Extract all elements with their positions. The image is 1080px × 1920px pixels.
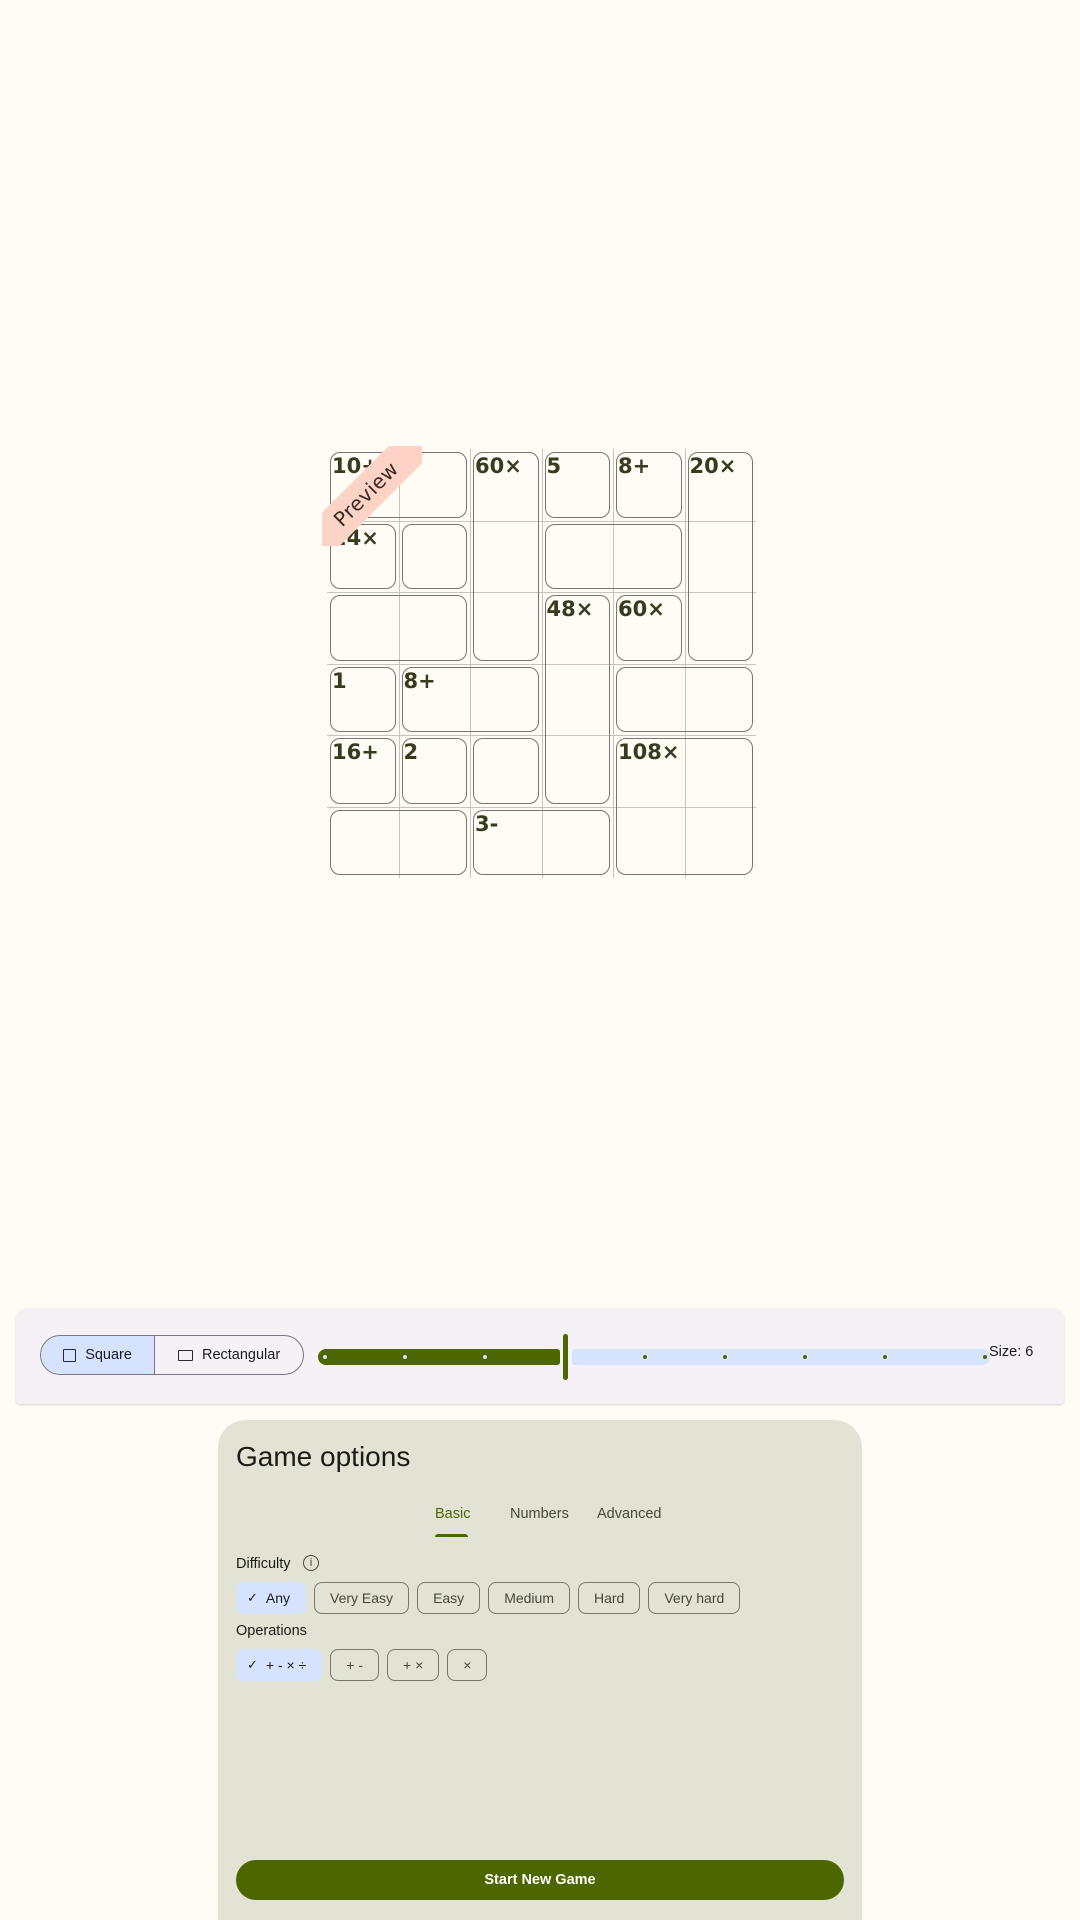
grid-cell[interactable] [470, 521, 542, 593]
active-tab-indicator [435, 1534, 468, 1537]
grid-cell[interactable] [327, 807, 399, 879]
grid-cell[interactable] [399, 807, 471, 879]
grid-cell[interactable] [685, 592, 757, 664]
game-options-sheet: Game options Basic Numbers Advanced Diff… [218, 1420, 862, 1920]
size-label: Size: 6 [989, 1344, 1034, 1360]
grid-cell[interactable] [542, 735, 614, 807]
difficulty-label: Difficulty [236, 1556, 291, 1572]
tab-numbers[interactable]: Numbers [510, 1506, 569, 1522]
square-option[interactable]: Square [41, 1336, 155, 1374]
operation-chip-label: + - × ÷ [265, 1657, 307, 1673]
difficulty-chip[interactable]: ✓ Any [236, 1582, 307, 1614]
size-bar: Square Rectangular Size: 6 [16, 1308, 1064, 1404]
square-option-label: Square [85, 1347, 132, 1363]
slider-tick [803, 1355, 807, 1359]
operation-chip-label: + - [346, 1657, 364, 1673]
difficulty-chip[interactable]: Medium [488, 1582, 570, 1614]
difficulty-chip-label: Very Easy [330, 1590, 394, 1606]
grid-cell[interactable] [685, 449, 757, 521]
grid-cell[interactable] [542, 664, 614, 736]
difficulty-chip-label: Very hard [664, 1590, 725, 1606]
operation-chip[interactable]: ✓ + - × ÷ [236, 1649, 323, 1681]
shape-toggle: Square Rectangular [40, 1335, 304, 1375]
grid-cell[interactable] [470, 807, 542, 879]
grid-cell[interactable] [613, 735, 685, 807]
start-new-game-button[interactable]: Start New Game [236, 1860, 844, 1900]
grid-cell[interactable] [613, 664, 685, 736]
grid-cell[interactable] [542, 521, 614, 593]
operation-chips: ✓ + - × ÷ + - + × × [236, 1649, 488, 1681]
grid-cell[interactable] [327, 449, 399, 521]
slider-tick [723, 1355, 727, 1359]
check-icon: ✓ [247, 1590, 258, 1606]
grid-cell[interactable] [327, 664, 399, 736]
operation-chip[interactable]: + - [330, 1649, 380, 1681]
slider-tick [403, 1355, 407, 1359]
check-icon: ✓ [247, 1657, 258, 1673]
operation-chip-label: × [463, 1657, 472, 1673]
slider-tick [983, 1355, 987, 1359]
grid-cell[interactable] [399, 735, 471, 807]
grid-cell[interactable] [685, 735, 757, 807]
difficulty-chip-label: Easy [433, 1590, 465, 1606]
rectangle-icon [177, 1349, 193, 1361]
grid-cell[interactable] [542, 449, 614, 521]
difficulty-chip[interactable]: Easy [417, 1582, 481, 1614]
options-tabs: Basic Numbers Advanced [218, 1496, 862, 1540]
difficulty-chip[interactable]: Hard [577, 1582, 641, 1614]
difficulty-chip-label: Medium [504, 1590, 554, 1606]
grid-cell[interactable] [327, 735, 399, 807]
slider-active-track [318, 1349, 560, 1365]
slider-tick [483, 1355, 487, 1359]
grid-cell[interactable] [613, 592, 685, 664]
grid-cell[interactable] [470, 449, 542, 521]
difficulty-chip-label: Hard [593, 1590, 625, 1606]
info-icon[interactable]: i [303, 1555, 319, 1571]
grid-cell[interactable] [399, 592, 471, 664]
slider-inactive-track [572, 1349, 990, 1365]
tab-advanced[interactable]: Advanced [597, 1506, 662, 1522]
puzzle-grid: 10+ 60× 5 8+ 20× 24× 48× 60× 1 8+ 16+ 2 108× 3- [327, 449, 756, 878]
grid-cell[interactable] [399, 664, 471, 736]
rectangular-option[interactable]: Rectangular [154, 1336, 303, 1374]
grid-cell[interactable] [399, 521, 471, 593]
tab-basic[interactable]: Basic [435, 1506, 470, 1522]
grid-cell[interactable] [542, 807, 614, 879]
slider-tick [643, 1355, 647, 1359]
difficulty-chip-label: Any [265, 1590, 291, 1606]
grid-cell[interactable] [542, 592, 614, 664]
slider-handle[interactable] [563, 1334, 568, 1380]
options-title: Game options [236, 1441, 411, 1472]
slider-tick [323, 1355, 327, 1359]
grid-cell[interactable] [470, 592, 542, 664]
operation-chip[interactable]: × [447, 1649, 488, 1681]
grid-cell[interactable] [399, 449, 471, 521]
difficulty-chips: ✓ Any Very Easy Easy Medium Hard Very hard [236, 1582, 741, 1614]
grid-cell[interactable] [470, 664, 542, 736]
difficulty-chip[interactable]: Very Easy [314, 1582, 410, 1614]
grid-cell[interactable] [685, 521, 757, 593]
grid-cell[interactable] [685, 664, 757, 736]
operation-chip[interactable]: + × [387, 1649, 440, 1681]
grid-cell[interactable] [327, 592, 399, 664]
grid-cell[interactable] [685, 807, 757, 879]
grid-cell[interactable] [327, 521, 399, 593]
grid-cell[interactable] [470, 735, 542, 807]
difficulty-chip[interactable]: Very hard [648, 1582, 741, 1614]
grid-cell[interactable] [613, 449, 685, 521]
slider-tick [883, 1355, 887, 1359]
square-icon [63, 1348, 77, 1362]
grid-cell[interactable] [613, 807, 685, 879]
grid-cell[interactable] [613, 521, 685, 593]
operations-label: Operations [236, 1623, 307, 1639]
operation-chip-label: + × [403, 1657, 424, 1673]
size-slider[interactable] [318, 1330, 990, 1382]
rectangular-option-label: Rectangular [201, 1347, 281, 1363]
